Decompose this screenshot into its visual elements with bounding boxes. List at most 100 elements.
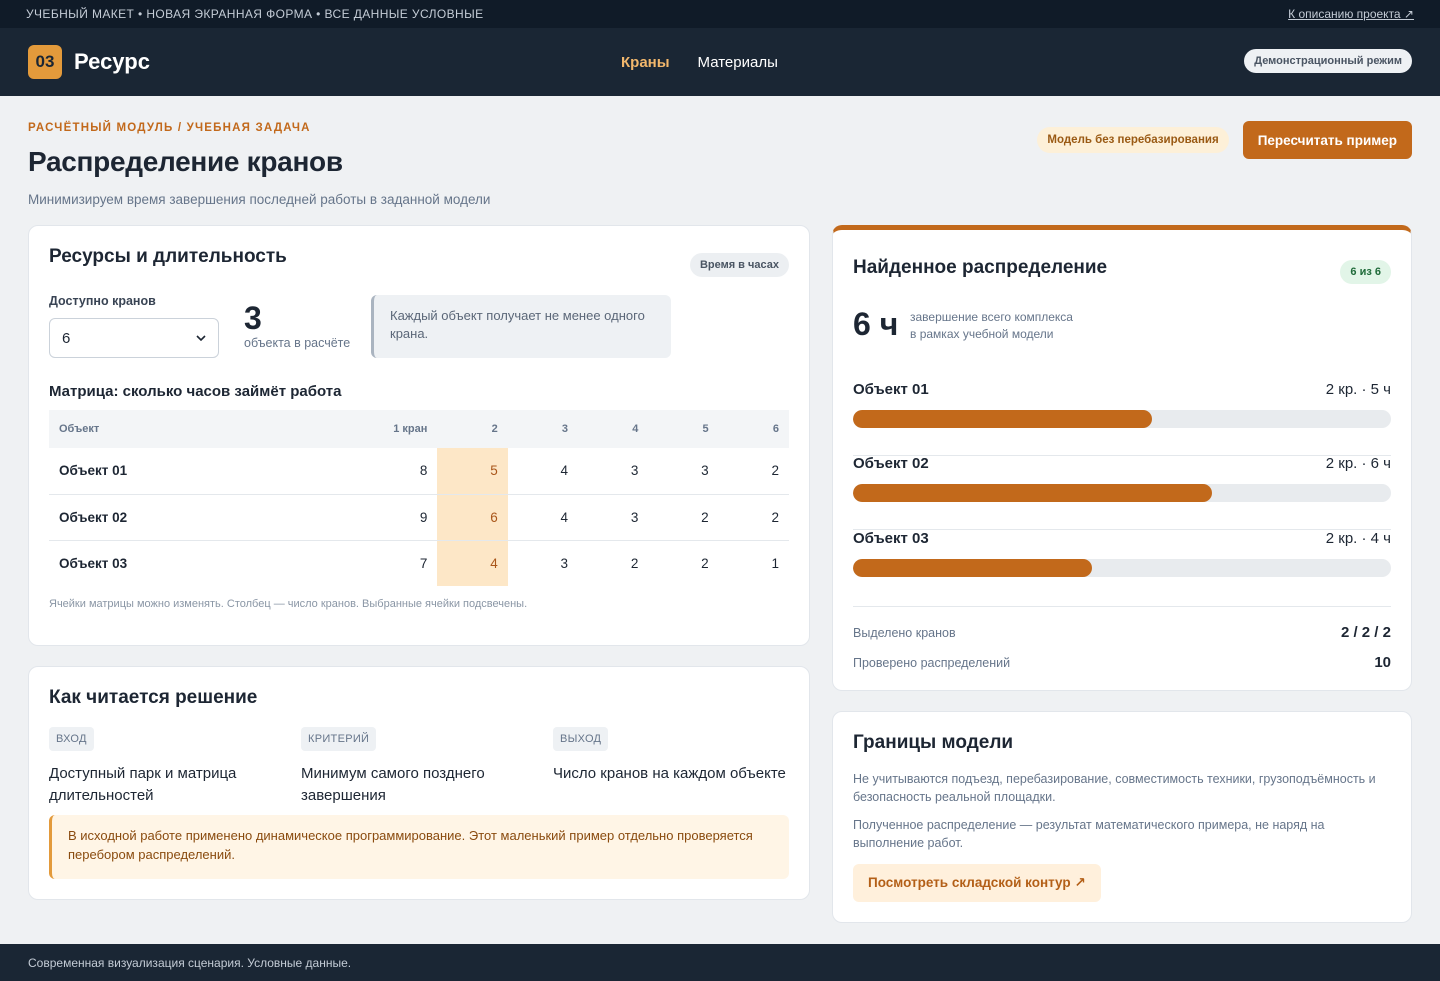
matrix-header-cranes-2: 2: [437, 410, 508, 448]
matrix-cell[interactable]: 3: [648, 448, 719, 495]
recalculate-button[interactable]: Пересчитать пример: [1242, 121, 1412, 159]
footer: Современная визуализация сценария. Услов…: [0, 944, 1440, 981]
page-subtitle: Минимизируем время завершения последней …: [28, 192, 491, 207]
object-name: Объект 01: [853, 381, 929, 398]
matrix-row-label: Объект 02: [49, 494, 299, 541]
makespan-caption-line1: завершение всего комплекса: [910, 310, 1073, 324]
stat-checked-value: 10: [1374, 654, 1391, 671]
resources-card: Ресурсы и длительность Время в часах Дос…: [28, 225, 810, 646]
method-note: В исходной работе применено динамическое…: [49, 815, 789, 879]
main-nav: Краны Материалы: [621, 28, 778, 96]
model-badge: Модель без перебазирования: [1037, 127, 1229, 153]
demo-mode-badge: Демонстрационный режим: [1244, 49, 1412, 73]
how-title: Как читается решение: [49, 687, 258, 708]
stat-checked: Проверено распределений 10: [853, 654, 1391, 671]
how-tag-input: ВХОД: [49, 727, 94, 751]
bounds-text-2: Полученное распределение — результат мат…: [853, 818, 1325, 850]
how-text-input: Доступный парк и матрица длительностей: [49, 765, 237, 804]
table-row: Объект 02 9 6 4 3 2 2: [49, 494, 789, 541]
model-bounds-card: Границы модели Не учитываются подъезд, п…: [832, 711, 1412, 923]
cranes-select-value: 6: [62, 329, 71, 347]
progress-track: [853, 410, 1391, 428]
bounds-title: Границы модели: [853, 732, 1014, 753]
matrix-cell[interactable]: 4: [507, 448, 579, 495]
how-text-criterion: Минимум самого позднего завершения: [301, 765, 485, 804]
project-description-link[interactable]: К описанию проекта ↗: [1288, 7, 1414, 21]
matrix-cell[interactable]: 7: [299, 540, 437, 586]
warehouse-contour-button[interactable]: Посмотреть складской контур ↗: [853, 864, 1101, 902]
top-strip: УЧЕБНЫЙ МАКЕТ • НОВАЯ ЭКРАННАЯ ФОРМА • В…: [0, 0, 1440, 28]
matrix-cell[interactable]: 2: [648, 494, 719, 541]
duration-matrix: Объект 1 кран 2 3 4 5 6 Объект 01 8 5 4 …: [49, 410, 789, 586]
units-badge: Время в часах: [689, 253, 789, 277]
matrix-title: Матрица: сколько часов займёт работа: [49, 383, 342, 400]
cranes-select[interactable]: 6: [49, 318, 219, 358]
object-allocation: 2 кр. · 4 ч: [1325, 530, 1391, 547]
stat-allocated-label: Выделено кранов: [853, 625, 956, 640]
table-row: Объект 03 7 4 3 2 2 1: [49, 540, 789, 586]
progress-track: [853, 559, 1391, 577]
object-row: Объект 03 2 кр. · 4 ч: [853, 530, 1391, 605]
nav-item-materials[interactable]: Материалы: [698, 54, 778, 71]
object-row: Объект 02 2 кр. · 6 ч: [853, 455, 1391, 530]
how-column-input: ВХОД Доступный парк и матрица длительнос…: [49, 727, 289, 807]
matrix-cell[interactable]: 8: [299, 448, 438, 495]
constraint-note: Каждый объект получает не менее одного к…: [371, 295, 671, 358]
matrix-header-cranes-1: 1 кран: [299, 410, 438, 448]
matrix-cell[interactable]: 4: [507, 494, 579, 541]
matrix-cell[interactable]: 2: [718, 494, 789, 541]
matrix-header-cranes-4: 4: [578, 410, 649, 448]
how-tag-output: ВЫХОД: [553, 727, 609, 751]
progress-track: [853, 484, 1391, 502]
matrix-header-cranes-5: 5: [648, 410, 719, 448]
matrix-header-cranes-3: 3: [507, 410, 579, 448]
matrix-cell[interactable]: 3: [578, 494, 649, 541]
matrix-header-row: Объект 1 кран 2 3 4 5 6: [49, 410, 789, 448]
footer-text: Современная визуализация сценария. Услов…: [28, 955, 352, 970]
object-name: Объект 02: [853, 455, 929, 472]
matrix-cell[interactable]: 2: [648, 540, 718, 586]
matrix-footnote: Ячейки матрицы можно изменять. Столбец —…: [49, 598, 528, 610]
top-strip-text: УЧЕБНЫЙ МАКЕТ • НОВАЯ ЭКРАННАЯ ФОРМА • В…: [26, 7, 484, 21]
table-row: Объект 01 8 5 4 3 3 2: [49, 448, 789, 495]
logo-text: Ресурс: [74, 49, 150, 74]
nav-item-cranes[interactable]: Краны: [621, 54, 670, 71]
progress-fill: [853, 559, 1093, 577]
progress-fill: [853, 410, 1152, 428]
how-to-read-card: Как читается решение ВХОД Доступный парк…: [28, 666, 810, 900]
result-divider: [853, 606, 1391, 607]
matrix-cell-selected[interactable]: 5: [437, 448, 508, 495]
matrix-cell-selected[interactable]: 6: [437, 494, 508, 541]
matrix-cell[interactable]: 2: [578, 540, 648, 586]
objects-count: 3: [244, 300, 262, 336]
matrix-cell[interactable]: 3: [578, 448, 649, 495]
cranes-label: Доступно кранов: [49, 294, 156, 308]
matrix-cell[interactable]: 9: [299, 494, 438, 541]
object-row: Объект 01 2 кр. · 5 ч: [853, 381, 1391, 456]
how-column-output: ВЫХОД Число кранов на каждом объекте: [553, 727, 793, 785]
result-card: Найденное распределение 6 из 6 6 ч завер…: [832, 225, 1412, 691]
matrix-cell-selected[interactable]: 4: [437, 540, 508, 586]
object-name: Объект 03: [853, 530, 929, 547]
object-allocation: 2 кр. · 5 ч: [1325, 381, 1391, 398]
makespan-caption-line2: в рамках учебной модели: [910, 327, 1054, 341]
matrix-header-cranes-6: 6: [718, 410, 789, 448]
matrix-cell[interactable]: 2: [718, 448, 789, 495]
stat-checked-label: Проверено распределений: [853, 655, 1011, 670]
stat-allocated-value: 2 / 2 / 2: [1340, 624, 1391, 641]
resources-title: Ресурсы и длительность: [49, 246, 287, 267]
app-header: 03 Ресурс Краны Материалы Демонстрационн…: [0, 28, 1440, 96]
matrix-cell[interactable]: 1: [719, 540, 789, 586]
how-tag-criterion: КРИТЕРИЙ: [301, 727, 377, 751]
makespan-value: 6 ч: [853, 306, 899, 342]
objects-count-label: объекта в расчёте: [244, 336, 351, 350]
how-text-output: Число кранов на каждом объекте: [553, 765, 786, 782]
matrix-cell[interactable]: 3: [508, 540, 578, 586]
result-title: Найденное распределение: [853, 257, 1108, 278]
makespan-caption: завершение всего комплекса в рамках учеб…: [910, 309, 1110, 343]
matrix-row-label: Объект 01: [49, 448, 299, 495]
page-title: Распределение кранов: [28, 146, 343, 177]
breadcrumb: РАСЧЁТНЫЙ МОДУЛЬ / УЧЕБНАЯ ЗАДАЧА: [28, 122, 311, 134]
page-actions: Модель без перебазирования Пересчитать п…: [1037, 121, 1412, 159]
object-allocation: 2 кр. · 6 ч: [1325, 455, 1391, 472]
